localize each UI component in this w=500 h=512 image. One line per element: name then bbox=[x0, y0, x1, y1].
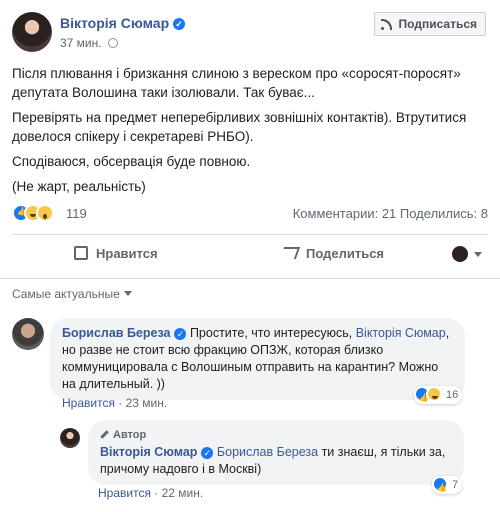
post-paragraph: Перевірять на предмет неперебірливих зов… bbox=[12, 110, 467, 144]
comment-footer: Нравится · 22 мин. bbox=[98, 486, 204, 500]
comment-time[interactable]: 23 мин. bbox=[126, 396, 168, 410]
reaction-icons[interactable] bbox=[12, 204, 54, 222]
comment-author[interactable]: Борислав Береза bbox=[62, 326, 170, 340]
post-meta: 37 мин. bbox=[60, 36, 118, 50]
comment-footer: Нравится · 23 мин. bbox=[62, 396, 168, 410]
reply: Автор Вікторія Сюмар ✓ Борислав Береза ти… bbox=[60, 420, 488, 500]
reactions-row: 119 Комментарии: 21 Поделились: 8 bbox=[12, 204, 488, 224]
comment-author[interactable]: Вікторія Сюмар bbox=[100, 445, 197, 459]
comment-reactions[interactable]: 7 bbox=[432, 476, 463, 497]
avatar[interactable] bbox=[60, 428, 80, 448]
divider bbox=[0, 278, 500, 279]
divider bbox=[12, 234, 488, 235]
rss-icon bbox=[380, 18, 393, 30]
chevron-down-icon[interactable] bbox=[474, 252, 482, 257]
comment-reactions[interactable]: 16 bbox=[414, 386, 463, 407]
verified-icon: ✓ bbox=[201, 446, 214, 459]
comment-mention[interactable]: Борислав Береза bbox=[217, 445, 318, 459]
share-icon bbox=[279, 247, 301, 259]
comment-sort-label: Самые актуальные bbox=[12, 287, 120, 301]
pencil-icon bbox=[100, 430, 109, 439]
author-name-row[interactable]: Вікторія Сюмар ✓ bbox=[60, 15, 186, 31]
post-stats[interactable]: Комментарии: 21 Поделились: 8 bbox=[293, 206, 488, 221]
post-paragraph: (Не жарт, реальність) bbox=[12, 179, 146, 194]
comment-like-link[interactable]: Нравится bbox=[98, 486, 151, 500]
comment-text: Простите, что интересуюсь, bbox=[186, 326, 356, 340]
author-tag-label: Автор bbox=[113, 429, 147, 441]
author-name[interactable]: Вікторія Сюмар bbox=[60, 15, 169, 31]
comment-sort[interactable]: Самые актуальные bbox=[12, 287, 132, 301]
comment-bubble: Автор Вікторія Сюмар ✓ Борислав Береза ти… bbox=[88, 420, 464, 485]
post-paragraph: Після плювання і бризкання слиною з вере… bbox=[12, 66, 461, 100]
like-label: Нравится bbox=[96, 246, 158, 261]
chevron-down-icon bbox=[123, 291, 132, 296]
comment-reaction-count: 16 bbox=[446, 389, 459, 401]
verified-icon: ✓ bbox=[174, 327, 187, 340]
post-time[interactable]: 37 мин. bbox=[60, 36, 102, 50]
globe-icon bbox=[107, 38, 118, 48]
post-actions: Нравится Поделиться bbox=[12, 236, 488, 276]
post-body: Після плювання і бризкання слиною з вере… bbox=[12, 64, 488, 202]
subscribe-button[interactable]: Подписаться bbox=[373, 12, 486, 36]
avatar[interactable] bbox=[12, 318, 44, 350]
like-reaction-icon bbox=[432, 476, 448, 497]
comment: Борислав Береза ✓ Простите, что интересую… bbox=[12, 318, 488, 410]
post-header: Вікторія Сюмар ✓ 37 мин. Подписаться bbox=[12, 12, 488, 56]
comment-time[interactable]: 22 мин. bbox=[162, 486, 204, 500]
share-button[interactable]: Поделиться bbox=[279, 236, 385, 272]
post-paragraph: Сподіваюся, обсервація буде повною. bbox=[12, 154, 251, 169]
wow-reaction-icon bbox=[36, 204, 54, 222]
share-label: Поделиться bbox=[306, 246, 385, 261]
subscribe-label: Подписаться bbox=[398, 17, 477, 31]
actor-avatar[interactable] bbox=[452, 246, 468, 262]
reaction-count[interactable]: 119 bbox=[66, 206, 87, 221]
verified-icon: ✓ bbox=[173, 18, 186, 31]
author-avatar[interactable] bbox=[12, 12, 52, 52]
author-tag: Автор bbox=[100, 427, 452, 444]
haha-reaction-icon bbox=[426, 386, 442, 402]
like-button[interactable]: Нравится bbox=[74, 236, 158, 272]
thumbs-up-icon bbox=[74, 246, 88, 260]
comment-like-link[interactable]: Нравится bbox=[62, 396, 115, 410]
comment-reaction-count: 7 bbox=[452, 479, 459, 491]
comment-bubble: Борислав Береза ✓ Простите, что интересую… bbox=[50, 318, 465, 400]
comment-mention[interactable]: Вікторія Сюмар bbox=[356, 326, 446, 340]
